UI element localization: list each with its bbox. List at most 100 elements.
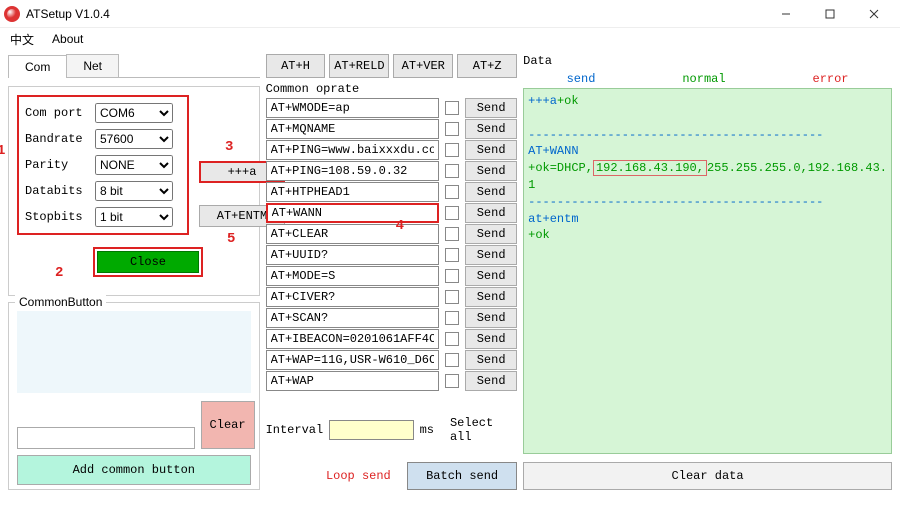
com-settings-group: 1 2 3 5 Com port COM6 Bandrate 57600 Par…: [8, 86, 260, 296]
cmd-input-12[interactable]: [266, 350, 440, 370]
cmd-checkbox-3[interactable]: [445, 164, 459, 178]
annot-3: 3: [225, 139, 233, 155]
cmd-send-4[interactable]: Send: [465, 182, 517, 202]
log-divider: ----------------------------------------…: [528, 195, 823, 209]
close-port-button[interactable]: Close: [97, 251, 199, 273]
cmd-send-8[interactable]: Send: [465, 266, 517, 286]
menu-about[interactable]: About: [52, 32, 83, 46]
cmd-send-0[interactable]: Send: [465, 98, 517, 118]
at-z-button[interactable]: AT+Z: [457, 54, 517, 78]
menu-lang[interactable]: 中文: [10, 31, 34, 48]
log-line: AT+WANN: [528, 144, 578, 158]
cmd-input-4[interactable]: [266, 182, 440, 202]
select-all-label: Select all: [450, 416, 517, 444]
select-comport[interactable]: COM6: [95, 103, 173, 123]
select-all[interactable]: Select all: [446, 416, 517, 444]
cmd-checkbox-6[interactable]: [445, 227, 459, 241]
hdr-normal: normal: [682, 72, 725, 86]
common-oprate-label: Common oprate: [266, 82, 518, 96]
cmd-checkbox-7[interactable]: [445, 248, 459, 262]
log-highlight: 192.168.43.190,: [593, 160, 707, 176]
interval-input[interactable]: [329, 420, 413, 440]
cmd-input-0[interactable]: [266, 98, 440, 118]
cmd-checkbox-4[interactable]: [445, 185, 459, 199]
label-databits: Databits: [25, 184, 89, 198]
menubar: 中文 About: [0, 28, 900, 50]
loop-send[interactable]: Loop send: [322, 469, 391, 483]
log-line: at+entm: [528, 212, 578, 226]
cmd-send-3[interactable]: Send: [465, 161, 517, 181]
cmd-input-13[interactable]: [266, 371, 440, 391]
log-line: +ok: [528, 228, 550, 242]
cmd-checkbox-13[interactable]: [445, 374, 459, 388]
cmd-input-11[interactable]: [266, 329, 440, 349]
loop-send-label: Loop send: [326, 469, 391, 483]
at-reld-button[interactable]: AT+RELD: [329, 54, 389, 78]
app-icon: [4, 6, 20, 22]
label-stopbits: Stopbits: [25, 210, 89, 224]
cmd-input-2[interactable]: [266, 140, 440, 160]
cmd-checkbox-8[interactable]: [445, 269, 459, 283]
log-output[interactable]: +++a+ok --------------------------------…: [523, 88, 892, 454]
commonbutton-clear[interactable]: Clear: [201, 401, 255, 449]
cmd-send-13[interactable]: Send: [465, 371, 517, 391]
data-header: send normal error: [523, 70, 892, 88]
label-parity: Parity: [25, 158, 89, 172]
annot-1: 1: [0, 143, 5, 159]
log-line: 255.255.255.0,192.168.43.: [707, 161, 887, 175]
log-divider: ----------------------------------------…: [528, 128, 823, 142]
titlebar: ATSetup V1.0.4: [0, 0, 900, 28]
select-baud[interactable]: 57600: [95, 129, 173, 149]
cmd-send-2[interactable]: Send: [465, 140, 517, 160]
clear-data-button[interactable]: Clear data: [523, 462, 892, 490]
close-window-button[interactable]: [852, 0, 896, 28]
at-ver-button[interactable]: AT+VER: [393, 54, 453, 78]
cmd-input-5[interactable]: [266, 203, 440, 223]
cmd-checkbox-2[interactable]: [445, 143, 459, 157]
tab-com[interactable]: Com: [8, 55, 67, 78]
cmd-input-7[interactable]: [266, 245, 440, 265]
tab-net[interactable]: Net: [66, 54, 119, 77]
cmd-send-10[interactable]: Send: [465, 308, 517, 328]
commonbutton-label: CommonButton: [15, 295, 106, 309]
annot-4: 4: [396, 218, 404, 234]
cmd-input-8[interactable]: [266, 266, 440, 286]
log-line: 1: [528, 178, 535, 192]
annot-2: 2: [55, 265, 63, 281]
cmd-input-1[interactable]: [266, 119, 440, 139]
cmd-checkbox-9[interactable]: [445, 290, 459, 304]
cmd-checkbox-10[interactable]: [445, 311, 459, 325]
select-databits[interactable]: 8 bit: [95, 181, 173, 201]
label-baud: Bandrate: [25, 132, 89, 146]
cmd-input-6[interactable]: [266, 224, 440, 244]
data-label: Data: [523, 54, 892, 68]
cmd-input-10[interactable]: [266, 308, 440, 328]
select-stopbits[interactable]: 1 bit: [95, 207, 173, 227]
cmd-send-7[interactable]: Send: [465, 245, 517, 265]
annot-5: 5: [227, 231, 235, 247]
cmd-send-12[interactable]: Send: [465, 350, 517, 370]
cmd-send-1[interactable]: Send: [465, 119, 517, 139]
batch-send-button[interactable]: Batch send: [407, 462, 517, 490]
cmd-checkbox-11[interactable]: [445, 332, 459, 346]
commonbutton-area: [17, 311, 251, 393]
log-line: +ok=DHCP,: [528, 161, 593, 175]
add-common-button[interactable]: Add common button: [17, 455, 251, 485]
interval-label: Interval: [266, 423, 324, 437]
cmd-send-11[interactable]: Send: [465, 329, 517, 349]
commonbutton-input[interactable]: [17, 427, 195, 449]
cmd-checkbox-0[interactable]: [445, 101, 459, 115]
cmd-checkbox-12[interactable]: [445, 353, 459, 367]
select-parity[interactable]: NONE: [95, 155, 173, 175]
maximize-button[interactable]: [808, 0, 852, 28]
at-h-button[interactable]: AT+H: [266, 54, 326, 78]
cmd-input-3[interactable]: [266, 161, 440, 181]
cmd-checkbox-1[interactable]: [445, 122, 459, 136]
cmd-input-9[interactable]: [266, 287, 440, 307]
cmd-send-6[interactable]: Send: [465, 224, 517, 244]
minimize-button[interactable]: [764, 0, 808, 28]
cmd-send-5[interactable]: Send: [465, 203, 517, 223]
cmd-checkbox-5[interactable]: [445, 206, 459, 220]
cmd-send-9[interactable]: Send: [465, 287, 517, 307]
ms-label: ms: [420, 423, 434, 437]
